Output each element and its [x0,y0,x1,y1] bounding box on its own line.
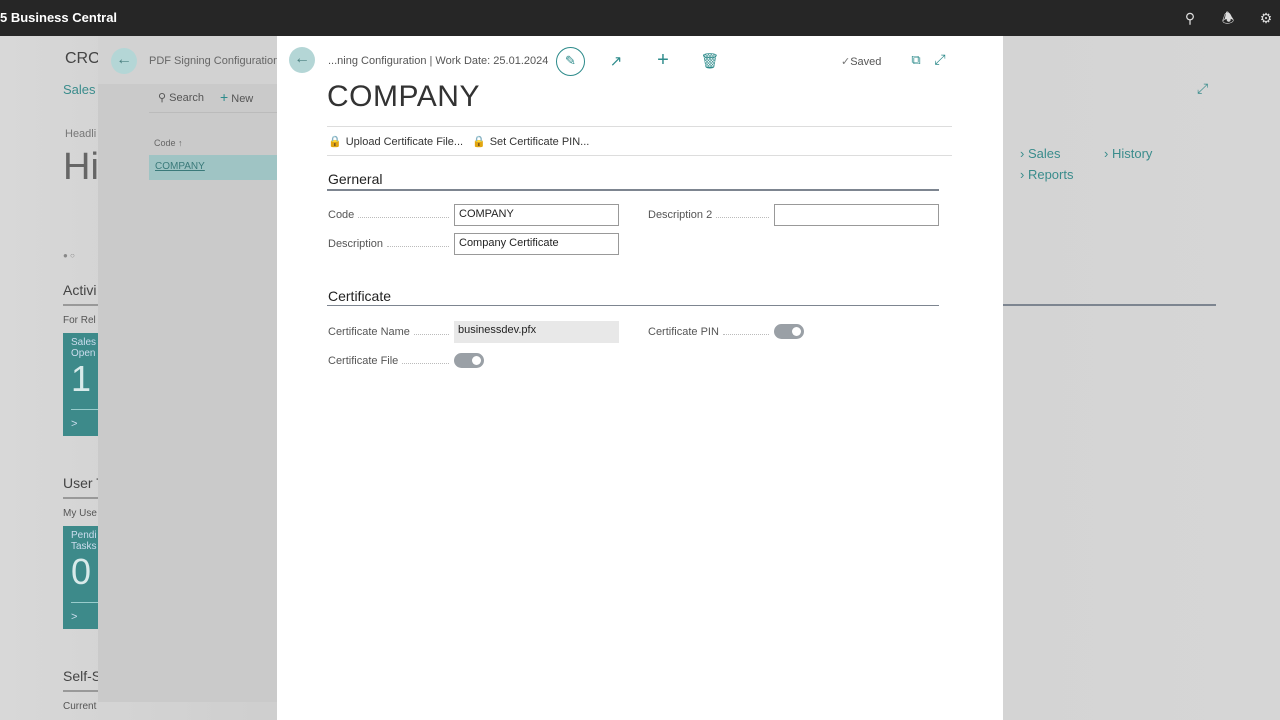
divider [63,690,103,692]
divider [149,112,277,113]
page-title: COMPANY [327,80,480,113]
set-certificate-pin-action[interactable]: 🔒 Set Certificate PIN... [472,135,589,149]
search-icon[interactable]: ⚲ [1181,9,1199,27]
delete-icon[interactable]: 🗑 [700,52,720,70]
certificate-name-field: businessdev.pfx [454,321,619,343]
description-label: Description [328,238,453,250]
new-icon[interactable]: + [653,49,673,72]
list-title: PDF Signing Configurations [149,55,285,67]
certificate-pin-label: Certificate PIN [648,326,773,338]
chevron-right-icon: > [71,611,78,623]
certificate-pin-toggle[interactable] [774,324,804,339]
nav-link-reports[interactable]: › Reports [1020,167,1073,182]
description-2-field[interactable] [774,204,939,226]
search-button[interactable]: ⚲ Search [158,91,204,104]
open-new-window-icon[interactable]: ⧉ [906,52,926,68]
code-label: Code [328,209,453,221]
expand-icon[interactable]: ⤢ [1197,80,1208,97]
certificate-file-label: Certificate File [328,355,453,367]
gear-icon[interactable]: ⚙ [1257,9,1275,27]
share-icon[interactable]: ↗ [606,52,626,70]
fasttab-certificate[interactable]: Certificate [328,288,391,304]
nav-link-sales[interactable]: › Sales [1020,146,1060,161]
chevron-right-icon: > [71,418,78,430]
new-button[interactable]: + New [220,89,253,105]
lock-icon: 🔒 [328,136,342,148]
card-page: ← ...ning Configuration | Work Date: 25.… [277,36,1003,720]
user-tasks-subtitle: My Use [63,508,97,519]
sales-open-tile[interactable]: Sales Open 1 > [63,333,103,436]
self-service-title: Self-S [63,668,102,684]
lock-icon: 🔒 [472,136,486,148]
expand-icon[interactable]: ⤢ [930,51,950,68]
back-button[interactable]: ← [111,48,137,74]
list-page: ← PDF Signing Configurations ⚲ Search + … [98,36,285,702]
divider [327,155,952,156]
divider [327,305,939,306]
app-title: 5 Business Central [0,10,118,25]
divider [327,189,939,191]
certificate-name-label: Certificate Name [328,326,453,338]
self-service-subtitle: Current [63,701,97,712]
top-bar: 5 Business Central ⚲ 🕭 ⚙ [0,0,1280,36]
back-button[interactable]: ← [289,47,315,73]
upload-certificate-action[interactable]: 🔒 Upload Certificate File... [328,135,463,149]
page-caption: ...ning Configuration | Work Date: 25.01… [328,55,549,67]
table-row[interactable]: COMPANY [149,155,277,180]
divider [1003,304,1216,306]
code-field[interactable]: COMPANY [454,204,619,226]
headline: Hi [63,146,99,188]
certificate-file-toggle[interactable] [454,353,484,368]
bell-icon[interactable]: 🕭 [1219,9,1237,27]
pending-tasks-tile[interactable]: Pendi Tasks 0 > [63,526,103,629]
divider [63,497,103,499]
activities-subtitle: For Rel [63,315,96,326]
row-code-link[interactable]: COMPANY [155,161,205,172]
divider [327,126,952,127]
divider [63,304,103,306]
activities-title: Activi [63,282,97,298]
headline-label: Headli [65,128,97,140]
nav-link-history[interactable]: › History [1104,146,1152,161]
column-header-code[interactable]: Code ↑ [154,138,183,148]
description-2-label: Description 2 [648,209,773,221]
saved-status: ✓Saved [841,56,882,68]
edit-button[interactable]: ✎ [556,47,585,76]
description-field[interactable]: Company Certificate [454,233,619,255]
fasttab-general[interactable]: Gerneral [328,171,382,187]
carousel-dots[interactable]: ● ○ [63,251,75,260]
